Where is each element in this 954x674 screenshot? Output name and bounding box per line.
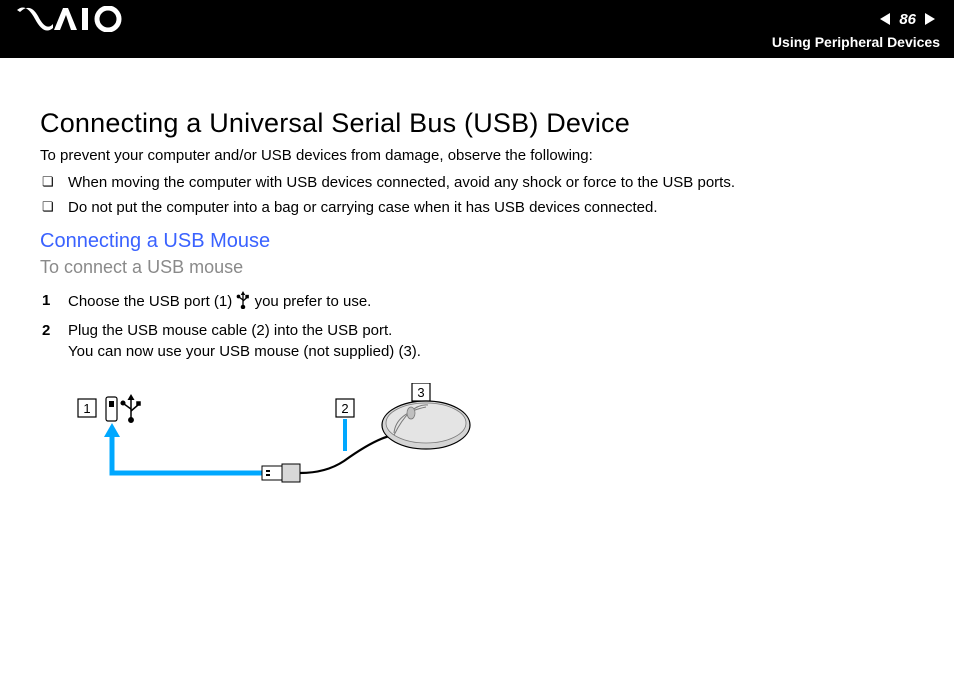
list-item: Plug the USB mouse cable (2) into the US… [40,318,896,365]
page-title: Connecting a Universal Serial Bus (USB) … [40,108,896,139]
connection-diagram: 1 2 3 [76,383,496,503]
diagram-label-1: 1 [83,401,90,416]
procedure-label: To connect a USB mouse [40,257,896,278]
step-text-pre: Choose the USB port (1) [68,293,236,310]
diagram-label-3: 3 [417,385,424,400]
step-text: Plug the USB mouse cable (2) into the US… [68,322,421,359]
step-text-post: you prefer to use. [250,293,371,310]
warning-list: When moving the computer with USB device… [40,170,896,220]
vaio-logo [16,6,126,32]
header-bar: 86 [0,0,954,38]
list-item: When moving the computer with USB device… [40,170,896,195]
usb-port-icon [106,397,117,421]
list-item: Choose the USB port (1) you prefer to us… [40,288,896,318]
cable-path-icon [104,423,262,473]
intro-text: To prevent your computer and/or USB devi… [40,147,896,164]
page-content: Connecting a Universal Serial Bus (USB) … [0,58,954,503]
section-title: Using Peripheral Devices [772,34,940,50]
mouse-icon [382,401,470,449]
diagram-label-2: 2 [341,401,348,416]
page-number: 86 [899,11,916,28]
usb-icon [121,394,140,422]
usb-icon [236,291,250,315]
steps-list: Choose the USB port (1) you prefer to us… [40,288,896,365]
prev-page-arrow-icon[interactable] [879,12,893,26]
list-item: Do not put the computer into a bag or ca… [40,195,896,220]
usb-plug-icon [262,464,300,482]
next-page-arrow-icon[interactable] [922,12,936,26]
subheading: Connecting a USB Mouse [40,230,896,253]
header-right: 86 [879,11,942,28]
